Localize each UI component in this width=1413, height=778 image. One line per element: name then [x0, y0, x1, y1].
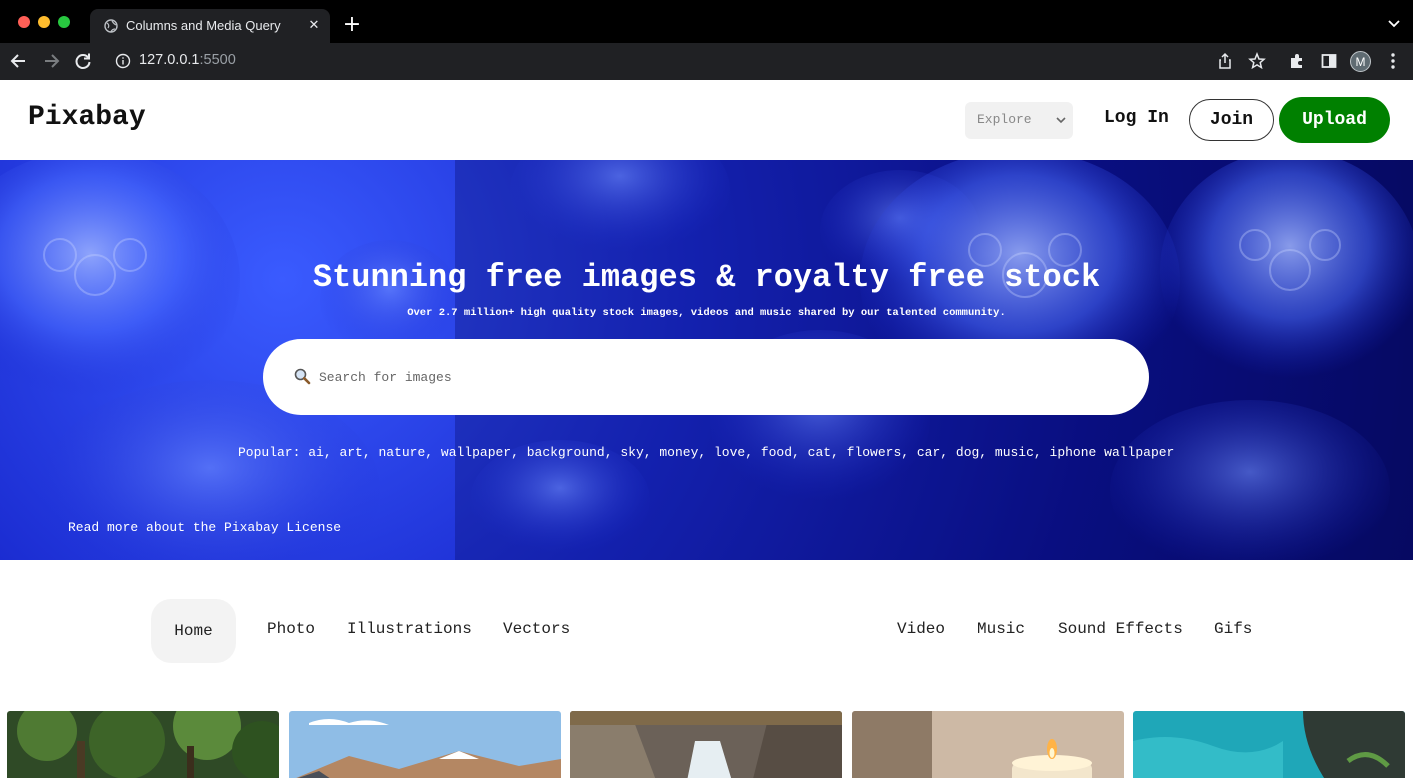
tab-title: Columns and Media Query [126, 18, 281, 33]
popular-label: Popular: [238, 445, 301, 460]
close-window-button[interactable] [18, 16, 30, 28]
category-home[interactable]: Home [151, 599, 236, 663]
popular-tag-link[interactable]: car [917, 445, 940, 460]
new-tab-button[interactable]: + [342, 14, 362, 36]
category-sound-effects[interactable]: Sound Effects [1058, 620, 1183, 638]
popular-tag-link[interactable]: iphone wallpaper [1050, 445, 1175, 460]
url-host: 127.0.0.1 [139, 52, 200, 68]
license-link[interactable]: Read more about the Pixabay License [68, 520, 341, 535]
popular-tag-link[interactable]: music [995, 445, 1034, 460]
image-gallery [0, 711, 1413, 778]
explore-label: Explore [977, 112, 1032, 127]
waterfall-icon [570, 711, 842, 778]
more-menu-icon[interactable] [1386, 52, 1400, 70]
maximize-window-button[interactable] [58, 16, 70, 28]
popular-tag-link[interactable]: ai [308, 445, 324, 460]
back-arrow-icon[interactable] [9, 51, 29, 71]
popular-tag-link[interactable]: wallpaper [441, 445, 511, 460]
login-link[interactable]: Log In [1104, 108, 1169, 128]
candle-icon [852, 711, 1124, 778]
upload-button[interactable]: Upload [1279, 97, 1390, 143]
globe-icon [104, 19, 118, 33]
side-panel-icon[interactable] [1320, 52, 1338, 70]
popular-tag-link[interactable]: art [339, 445, 362, 460]
popular-tag-link[interactable]: flowers [847, 445, 902, 460]
chevron-down-icon [1056, 117, 1066, 124]
url-port: :5500 [199, 52, 236, 68]
category-music[interactable]: Music [977, 620, 1025, 638]
browser-toolbar: 127.0.0.1:5500 M [0, 43, 1413, 80]
share-icon[interactable] [1216, 52, 1234, 70]
popular-tag-link[interactable]: love [714, 445, 745, 460]
address-bar[interactable]: 127.0.0.1:5500 [139, 52, 236, 68]
category-photo[interactable]: Photo [267, 620, 315, 638]
category-illustrations[interactable]: Illustrations [347, 620, 472, 638]
info-icon[interactable] [115, 53, 131, 69]
category-gifs[interactable]: Gifs [1214, 620, 1252, 638]
category-nav: Home Photo Illustrations Vectors Video M… [0, 560, 1413, 690]
close-tab-icon[interactable]: ✕ [306, 18, 322, 34]
gallery-thumbnail[interactable] [7, 711, 279, 778]
hero-title: Stunning free images & royalty free stoc… [312, 259, 1101, 296]
mountain-lake-icon [289, 711, 561, 778]
category-vectors[interactable]: Vectors [503, 620, 570, 638]
forward-arrow-icon[interactable] [41, 51, 61, 71]
minimize-window-button[interactable] [38, 16, 50, 28]
gallery-thumbnail[interactable] [1133, 711, 1405, 778]
star-icon[interactable] [1248, 52, 1266, 70]
popular-tag-link[interactable]: sky [620, 445, 643, 460]
popular-tag-link[interactable]: dog [956, 445, 979, 460]
explore-dropdown[interactable]: Explore [965, 102, 1073, 139]
site-header: Pixabay Explore Log In Join Upload [0, 80, 1413, 160]
search-icon [294, 368, 311, 385]
join-button[interactable]: Join [1189, 99, 1274, 141]
popular-tag-link[interactable]: food [761, 445, 792, 460]
popular-tag-link[interactable]: money [659, 445, 698, 460]
gallery-thumbnail[interactable] [852, 711, 1124, 778]
popular-tag-link[interactable]: cat [808, 445, 831, 460]
chevron-down-icon[interactable] [1387, 16, 1401, 30]
search-bar[interactable] [263, 339, 1149, 415]
forest-icon [7, 711, 279, 778]
puzzle-icon[interactable] [1288, 52, 1306, 70]
gallery-thumbnail[interactable] [570, 711, 842, 778]
popular-tags: Popular: ai, art, nature, wallpaper, bac… [238, 445, 1175, 460]
popular-tag-link[interactable]: background [527, 445, 605, 460]
hero-banner: Stunning free images & royalty free stoc… [0, 160, 1413, 560]
browser-tab[interactable]: Columns and Media Query ✕ [90, 9, 330, 43]
profile-avatar[interactable]: M [1350, 51, 1371, 72]
site-logo[interactable]: Pixabay [28, 102, 146, 133]
tab-bar: Columns and Media Query ✕ + [0, 0, 1413, 43]
category-video[interactable]: Video [897, 620, 945, 638]
reload-icon[interactable] [73, 51, 93, 71]
ocean-coast-icon [1133, 711, 1405, 778]
popular-tag-link[interactable]: nature [378, 445, 425, 460]
hero-subtitle: Over 2.7 million+ high quality stock ima… [407, 307, 1006, 319]
gallery-thumbnail[interactable] [289, 711, 561, 778]
browser-chrome: Columns and Media Query ✕ + 127.0.0.1:55… [0, 0, 1413, 80]
search-input[interactable] [319, 365, 1099, 389]
